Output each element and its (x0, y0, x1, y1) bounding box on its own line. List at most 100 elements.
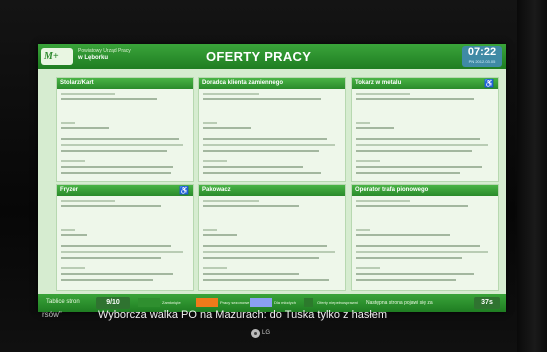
job-title-text: Pakowacz (202, 187, 231, 193)
job-title: Pakowacz (199, 185, 345, 196)
text-line (61, 279, 153, 281)
text-line (203, 251, 335, 253)
text-line (356, 205, 468, 207)
text-line (356, 93, 410, 95)
text-line (203, 122, 217, 124)
tv-screen: M+ Powiatowy Urząd Pracy w Lęborku OFERT… (38, 44, 506, 312)
text-line (61, 144, 183, 146)
text-line (61, 234, 87, 236)
text-line (203, 138, 327, 140)
job-title: Operator trafa pionowego (352, 185, 498, 196)
office-line1: Powiatowy Urząd Pracy (78, 48, 131, 54)
legend-label: Zamknięte (162, 300, 181, 305)
office-logo: M+ (41, 48, 73, 65)
header-bar: M+ Powiatowy Urząd Pracy w Lęborku OFERT… (38, 44, 506, 69)
text-line (61, 160, 85, 162)
job-title-text: Tokarz w metalu (355, 80, 402, 86)
text-line (356, 98, 474, 100)
wheelchair-swatch-icon (304, 298, 313, 307)
text-line (203, 273, 299, 275)
text-line (356, 251, 488, 253)
text-line (203, 172, 321, 174)
text-line (356, 150, 472, 152)
text-line (61, 205, 161, 207)
text-line (61, 172, 171, 174)
text-line (203, 150, 319, 152)
text-line (203, 160, 227, 162)
text-line (61, 150, 167, 152)
text-line (203, 245, 327, 247)
text-line (203, 257, 319, 259)
job-title: Tokarz w metalu ♿ (352, 78, 498, 89)
job-card-4: Fryzer ♿ (56, 184, 194, 291)
job-card-2: Doradca klienta zamiennego (198, 77, 346, 182)
caption-source: rsów" (42, 310, 62, 319)
text-line (61, 138, 179, 140)
text-line (61, 98, 157, 100)
logo-text: M+ (44, 51, 59, 62)
legend-swatch (196, 298, 218, 307)
tv-side-frame (517, 0, 547, 352)
job-title: Fryzer ♿ (57, 185, 193, 196)
legend-label: Pracy sezonowe (220, 300, 250, 305)
clock: 07:22 (467, 46, 497, 58)
legend-swatch (250, 298, 272, 307)
job-card-1: Stolarz/Kart (56, 77, 194, 182)
legend-swatch (138, 298, 160, 307)
job-card-5: Pakowacz (198, 184, 346, 291)
text-line (356, 229, 370, 231)
job-title: Stolarz/Kart (57, 78, 193, 89)
text-line (356, 144, 488, 146)
text-line (61, 127, 109, 129)
text-line (356, 172, 460, 174)
job-card-3: Tokarz w metalu ♿ (351, 77, 499, 182)
lg-logo-icon (251, 329, 260, 338)
text-line (61, 267, 85, 269)
office-name: Powiatowy Urząd Pracy w Lęborku (78, 48, 168, 62)
wheelchair-icon: ♿ (484, 79, 494, 88)
text-line (61, 245, 171, 247)
pages-label: Tablice stron (46, 299, 80, 305)
text-line (356, 200, 410, 202)
text-line (61, 273, 173, 275)
text-line (203, 267, 227, 269)
text-line (356, 267, 380, 269)
text-line (203, 234, 237, 236)
text-line (356, 279, 456, 281)
text-line (61, 122, 75, 124)
legend-label: Oferty niepełnosprawni (317, 300, 358, 305)
text-line (203, 279, 329, 281)
text-line (203, 166, 303, 168)
legend-label: Dla młodych (274, 300, 297, 305)
text-line (61, 200, 115, 202)
text-line (61, 166, 173, 168)
office-line2: w Lęborku (78, 55, 109, 61)
text-line (356, 166, 482, 168)
text-line (203, 144, 335, 146)
text-line (61, 93, 115, 95)
page-title: OFERTY PRACY (206, 49, 312, 64)
text-line (203, 98, 321, 100)
text-line (356, 160, 380, 162)
clock-box: 07:22 PN 2012.03.05 (462, 46, 502, 67)
caption-text: Wyborcza walka PO na Mazurach: do Tuska … (98, 309, 388, 321)
date: PN 2012.03.05 (468, 59, 496, 64)
text-line (61, 251, 183, 253)
text-line (356, 234, 450, 236)
text-line (203, 229, 217, 231)
job-card-6: Operator trafa pionowego (351, 184, 499, 291)
text-line (356, 245, 480, 247)
job-title-text: Stolarz/Kart (60, 80, 94, 86)
job-title-text: Operator trafa pionowego (355, 187, 429, 193)
tv-brand: LG (262, 330, 271, 336)
job-title-text: Doradca klienta zamiennego (202, 80, 284, 86)
text-line (203, 93, 259, 95)
text-line (356, 122, 370, 124)
text-line (61, 257, 161, 259)
text-line (356, 138, 480, 140)
text-line (356, 273, 474, 275)
text-line (203, 200, 259, 202)
text-line (356, 127, 394, 129)
job-title-text: Fryzer (60, 187, 79, 193)
tv-caption: rsów" Wyborcza walka PO na Mazurach: do … (0, 308, 547, 326)
